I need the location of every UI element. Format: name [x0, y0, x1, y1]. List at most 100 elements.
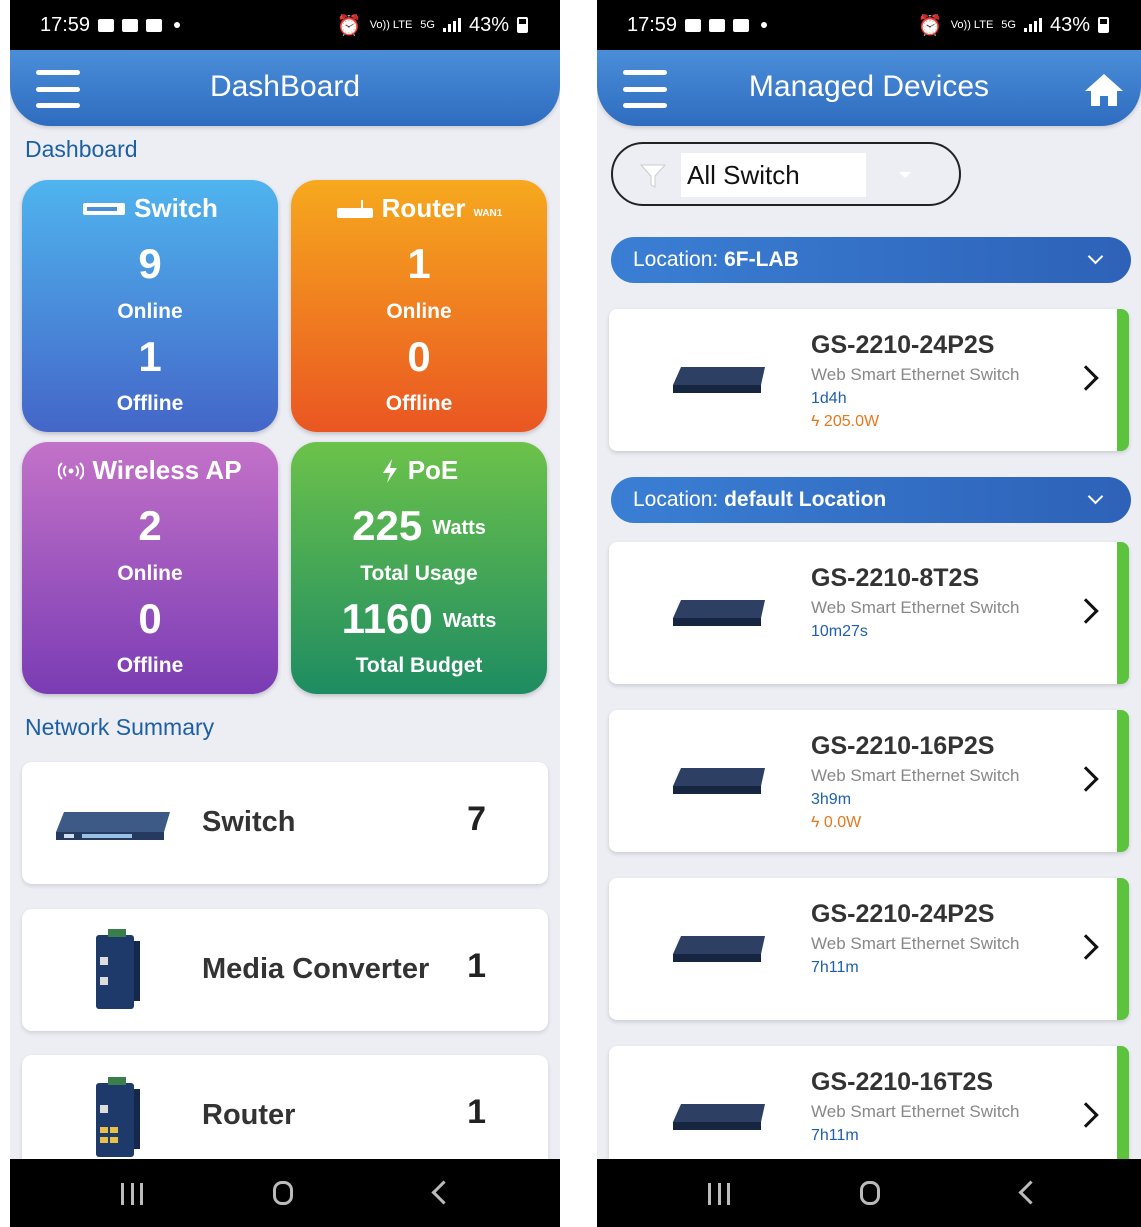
battery-icon [517, 17, 528, 33]
device-card[interactable]: GS-2210-16P2S Web Smart Ethernet Switch … [609, 710, 1129, 852]
wireless-ap-offline-count: 0 [138, 595, 162, 642]
device-uptime: 1d4h [811, 390, 847, 407]
wireless-ap-online-count: 2 [138, 502, 162, 549]
volte-indicator: Vo)) LTE [369, 19, 413, 31]
battery-percent: 43% [468, 13, 509, 36]
poe-budget-value: 1160 [341, 595, 433, 642]
recent-apps-button[interactable] [121, 1183, 143, 1205]
summary-item-media-converter[interactable]: Media Converter 1 [22, 909, 548, 1031]
chevron-right-icon [1073, 766, 1099, 792]
summary-item-count: 7 [467, 800, 486, 838]
home-button[interactable] [860, 1181, 880, 1205]
switch-device-image [673, 367, 765, 393]
poe-usage-label: Total Usage [360, 562, 478, 585]
device-power-value: 0.0W [823, 814, 862, 831]
signal-icon [442, 18, 461, 32]
switch-tile[interactable]: Switch 9 Online 1 Offline [22, 180, 278, 432]
device-card[interactable]: GS-2210-24P2S Web Smart Ethernet Switch … [609, 309, 1129, 451]
wireless-ap-tile-title: Wireless AP [92, 455, 242, 485]
switch-device-image [673, 600, 765, 626]
router-tile-title: Router [381, 193, 466, 223]
wireless-ap-online-label: Online [117, 562, 183, 585]
lightning-icon: ϟ [811, 814, 820, 831]
status-time: 17:59 [627, 13, 678, 36]
alarm-icon: ⏰ [336, 14, 362, 37]
poe-tile[interactable]: PoE 225 Watts Total Usage 1160 Watts Total… [291, 442, 547, 694]
status-time: 17:59 [40, 13, 91, 36]
device-type: Web Smart Ethernet Switch [811, 934, 1020, 953]
dropdown-caret-icon [899, 172, 911, 178]
router-icon [336, 199, 373, 218]
location-header-default[interactable]: Location: default Location [611, 477, 1131, 523]
app-bar: DashBoard [10, 50, 560, 126]
switch-offline-label: Offline [116, 392, 184, 415]
switch-device-image [56, 812, 170, 840]
dashboard-section-label: Dashboard [25, 136, 138, 162]
gallery-notification-icon [685, 18, 702, 32]
more-notifications-icon [761, 22, 768, 28]
gallery-notification-icon [98, 18, 115, 32]
status-bar: 17:59 ⏰ Vo)) LTE 5G 43% [597, 0, 1141, 50]
device-type: Web Smart Ethernet Switch [811, 1102, 1020, 1121]
location-prefix: Location: [633, 488, 725, 511]
home-icon[interactable] [1083, 72, 1125, 108]
device-card[interactable]: GS-2210-8T2S Web Smart Ethernet Switch 1… [609, 542, 1129, 684]
switch-device-image [673, 936, 765, 962]
youtube-notification-icon [146, 18, 163, 32]
summary-item-count: 1 [467, 1093, 486, 1131]
dashboard-screen: 17:59 ⏰ Vo)) LTE 5G 43% DashBoard Dashbo… [10, 0, 560, 1227]
poe-budget-unit: Watts [442, 610, 497, 633]
location-name: 6F-LAB [724, 248, 799, 271]
filter-selected-value: All Switch [681, 153, 866, 197]
wireless-ap-offline-label: Offline [116, 654, 184, 677]
device-name: GS-2210-16P2S [811, 732, 995, 760]
router-tile-subtitle: WAN1 [473, 208, 503, 219]
device-uptime: 10m27s [811, 623, 868, 640]
home-button[interactable] [273, 1181, 293, 1205]
location-prefix: Location: [633, 248, 725, 271]
router-online-count: 1 [407, 240, 431, 287]
back-button[interactable] [431, 1180, 456, 1205]
device-name: GS-2210-24P2S [811, 331, 995, 359]
page-title: DashBoard [209, 70, 361, 103]
device-card[interactable]: GS-2210-24P2S Web Smart Ethernet Switch … [609, 878, 1129, 1020]
switch-device-image [673, 1104, 765, 1130]
page-title: Managed Devices [748, 70, 990, 103]
device-filter-dropdown[interactable]: All Switch [611, 142, 961, 206]
device-power: ϟ 0.0W [811, 814, 861, 832]
device-name: GS-2210-24P2S [811, 900, 995, 928]
router-offline-label: Offline [385, 392, 453, 415]
device-power-value: 205.0W [823, 413, 880, 430]
alarm-icon: ⏰ [917, 14, 943, 37]
recent-apps-button[interactable] [708, 1183, 730, 1205]
poe-budget-label: Total Budget [355, 654, 483, 677]
device-name: GS-2210-8T2S [811, 564, 980, 592]
filter-icon [639, 164, 667, 188]
status-bar: 17:59 ⏰ Vo)) LTE 5G 43% [10, 0, 560, 50]
media-converter-image [96, 929, 140, 1009]
router-online-label: Online [386, 300, 452, 323]
switch-icon [83, 202, 126, 215]
switch-tile-title: Switch [134, 193, 218, 223]
location-name: default Location [724, 488, 887, 511]
more-notifications-icon [174, 22, 181, 28]
signal-icon [1023, 18, 1042, 32]
lightning-icon: ϟ [811, 413, 820, 430]
back-button[interactable] [1018, 1180, 1043, 1205]
lightning-icon [382, 458, 397, 483]
device-type: Web Smart Ethernet Switch [811, 766, 1020, 785]
switch-device-image [673, 768, 765, 794]
settings-notification-icon [709, 18, 726, 32]
5g-indicator: 5G [420, 19, 435, 31]
settings-notification-icon [122, 18, 139, 32]
nav-bar [10, 1159, 560, 1227]
router-tile[interactable]: Router WAN1 1 Online 0 Offline [291, 180, 547, 432]
wireless-ap-tile[interactable]: Wireless AP 2 Online 0 Offline [22, 442, 278, 694]
chevron-right-icon [1073, 598, 1099, 624]
summary-item-switch[interactable]: Switch 7 [22, 762, 548, 884]
location-header-6f-lab[interactable]: Location: 6F-LAB [611, 237, 1131, 283]
chevron-right-icon [1073, 934, 1099, 960]
battery-icon [1098, 17, 1109, 33]
volte-indicator: Vo)) LTE [950, 19, 994, 31]
chevron-right-icon [1073, 365, 1099, 391]
